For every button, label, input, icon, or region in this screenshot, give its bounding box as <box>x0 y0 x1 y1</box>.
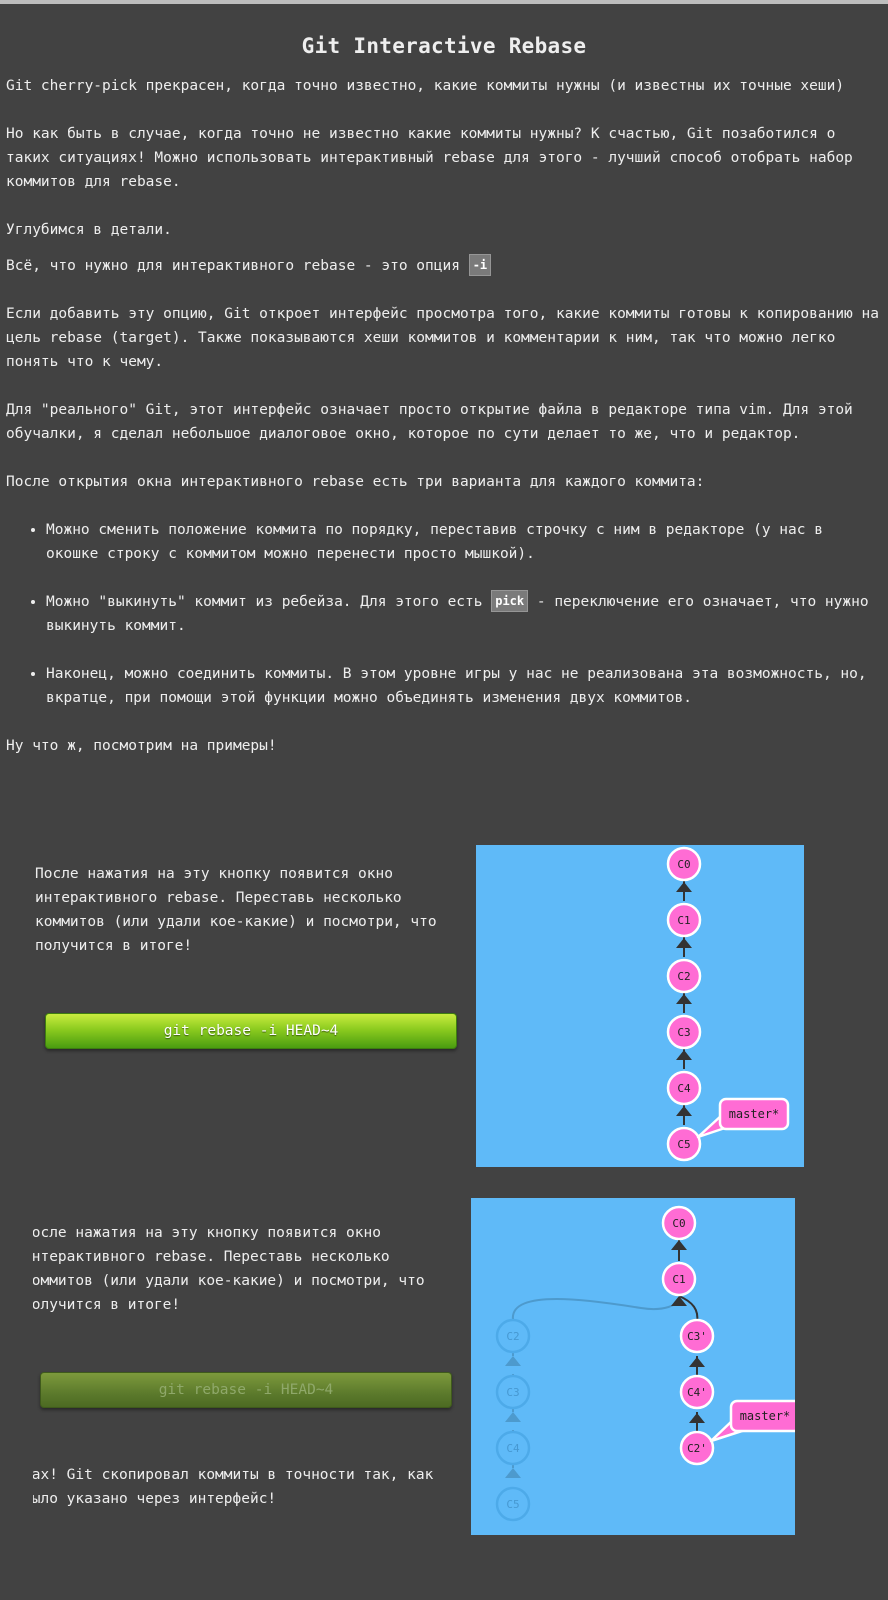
commit-label: C3 <box>677 1026 690 1039</box>
arrow-icon <box>505 1468 521 1478</box>
pick-code: pick <box>491 590 529 612</box>
demo2-result-text: Вах! Git скопировал коммиты в точности т… <box>33 1467 434 1507</box>
ghost-link <box>511 1298 682 1321</box>
git-visualization-after: C2 C3 C4 C5 C0 C1 C3' C4' C2' master* <box>471 1198 795 1535</box>
arrow-icon <box>505 1356 521 1366</box>
commit-label: C0 <box>677 858 690 871</box>
ghost-commit-label: C5 <box>506 1498 519 1511</box>
commit-label: C2 <box>677 970 690 983</box>
paragraph-interface: Если добавить эту опцию, Git откроет инт… <box>6 306 879 370</box>
commit-label: C1 <box>677 914 690 927</box>
paragraph-problem: Но как быть в случае, когда точно не изв… <box>6 126 853 190</box>
list-item-reorder: Можно сменить положение коммита по поряд… <box>46 518 882 566</box>
commit-graph-after: C2 C3 C4 C5 C0 C1 C3' C4' C2' master* <box>495 1205 795 1522</box>
commit-label: C1 <box>672 1273 685 1286</box>
arrow-icon <box>676 882 692 892</box>
paragraph-examples: Ну что ж, посмотрим на примеры! <box>6 738 277 754</box>
arrow-icon <box>505 1412 521 1422</box>
arrow-icon <box>676 1050 692 1060</box>
ghost-commit-label: C3 <box>506 1386 519 1399</box>
arrow-icon <box>671 1296 687 1306</box>
lesson-content: Git Interactive Rebase Git cherry-pick п… <box>6 30 882 782</box>
demo1-description: После нажатия на эту кнопку появится окн… <box>35 866 437 954</box>
git-visualization-before: C0 C1 C2 C3 C4 C5 master* <box>476 845 804 1167</box>
arrow-icon <box>676 994 692 1004</box>
arrow-icon <box>689 1357 705 1367</box>
demo2-description: После нажатия на эту кнопку появится окн… <box>33 1225 425 1313</box>
commit-label: C2' <box>687 1442 707 1455</box>
branch-label: master* <box>729 1107 780 1121</box>
list-item-drop: Можно "выкинуть" коммит из ребейза. Для … <box>46 590 882 638</box>
top-border <box>0 0 888 4</box>
arrow-icon <box>676 938 692 948</box>
drop-text-before: Можно "выкинуть" коммит из ребейза. Для … <box>46 594 492 610</box>
page-title: Git Interactive Rebase <box>301 34 587 58</box>
commit-label: C4 <box>677 1082 691 1095</box>
ghost-commit-label: C4 <box>506 1442 520 1455</box>
option-text: Всё, что нужно для интерактивного rebase… <box>6 258 469 274</box>
paragraph-details: Углубимся в детали. <box>6 222 172 238</box>
commit-label: C0 <box>672 1217 685 1230</box>
git-rebase-button-used[interactable]: git rebase -i HEAD~4 <box>40 1372 452 1408</box>
commit-label: C3' <box>687 1330 707 1343</box>
paragraph-variants: После открытия окна интерактивного rebas… <box>6 474 705 490</box>
ghost-commit-label: C2 <box>506 1330 519 1343</box>
commit-graph-before: C0 C1 C2 C3 C4 C5 master* <box>666 846 790 1162</box>
option-code: -i <box>468 254 492 276</box>
variants-list: Можно сменить положение коммита по поряд… <box>6 518 882 710</box>
paragraph-intro: Git cherry-pick прекрасен, когда точно и… <box>6 78 845 94</box>
commit-label: C4' <box>687 1386 707 1399</box>
list-item-squash: Наконец, можно соединить коммиты. В этом… <box>46 662 882 710</box>
commit-label: C5 <box>677 1138 690 1151</box>
arrow-icon <box>689 1413 705 1423</box>
git-rebase-button[interactable]: git rebase -i HEAD~4 <box>45 1013 457 1049</box>
paragraph-option: Всё, что нужно для интерактивного rebase… <box>6 254 882 278</box>
paragraph-vim: Для "реального" Git, этот интерфейс озна… <box>6 402 853 442</box>
branch-label: master* <box>740 1409 791 1423</box>
demo2-text-clip: После нажатия на эту кнопку появится окн… <box>33 1215 453 1525</box>
arrow-icon <box>671 1240 687 1250</box>
arrow-icon <box>676 1106 692 1116</box>
